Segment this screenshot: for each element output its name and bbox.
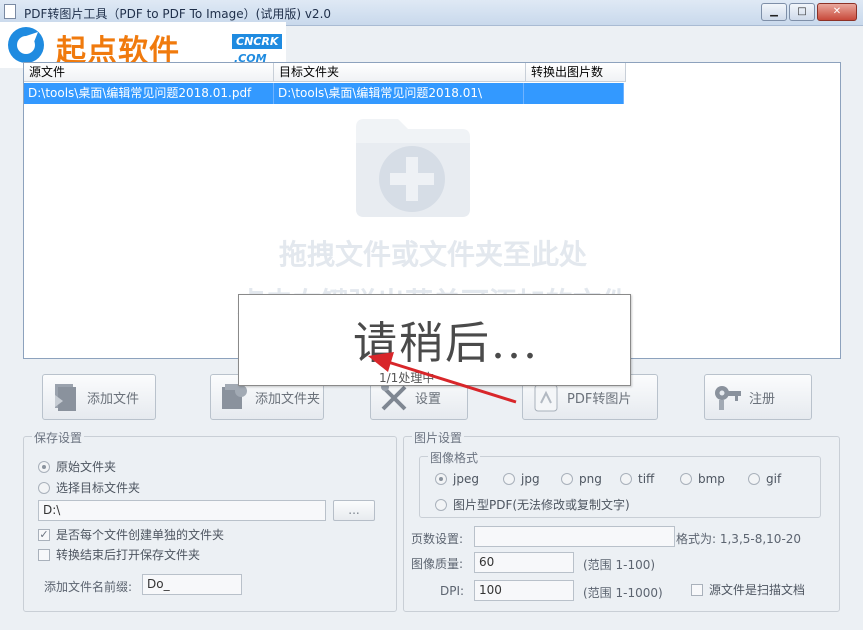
- checkbox-unchecked: [38, 548, 50, 561]
- format-jpeg-label: jpeg: [453, 472, 479, 486]
- radio-format-gif[interactable]: gif: [748, 472, 781, 486]
- column-count[interactable]: 转换出图片数: [526, 63, 626, 82]
- format-tiff-label: tiff: [638, 472, 655, 486]
- radio-dot: [561, 473, 573, 485]
- add-file-button[interactable]: 添加文件: [42, 374, 156, 420]
- pages-field[interactable]: [474, 526, 675, 547]
- radio-dot: [680, 473, 692, 485]
- pages-label: 页数设置:: [411, 532, 464, 546]
- close-button[interactable]: ✕: [817, 3, 857, 21]
- wait-message: 请稍后...: [353, 318, 539, 369]
- checkbox-checked: ✓: [38, 527, 50, 541]
- image-format-title: 图像格式: [428, 449, 481, 466]
- format-png-label: png: [579, 472, 602, 486]
- radio-format-bmp[interactable]: bmp: [680, 472, 725, 486]
- radio-dot: [748, 473, 760, 485]
- format-gif-label: gif: [766, 472, 782, 486]
- radio-dot: [38, 460, 50, 473]
- dpi-field[interactable]: 100: [474, 580, 574, 601]
- radio-target-label: 选择目标文件夹: [56, 481, 141, 495]
- watermark-badge: CNCRK: [232, 34, 283, 49]
- save-settings-title: 保存设置: [32, 429, 85, 446]
- format-jpg-label: jpg: [521, 472, 540, 486]
- add-file-icon: [55, 384, 76, 411]
- wait-dialog: 请稍后... 1/1处理中: [238, 294, 631, 386]
- list-header: 源文件 目标文件夹 转换出图片数: [24, 63, 626, 82]
- radio-target-folder[interactable]: 选择目标文件夹: [38, 479, 140, 496]
- watermark-logo-icon: [8, 27, 44, 63]
- row-target: D:\tools\桌面\编辑常见问题2018.01\: [274, 83, 524, 104]
- radio-dot: [503, 473, 515, 485]
- quality-label: 图像质量:: [411, 557, 464, 571]
- drop-hint-primary: 拖拽文件或文件夹至此处: [278, 238, 587, 271]
- prefix-label: 添加文件名前缀:: [44, 580, 133, 594]
- save-path-field[interactable]: D:\: [38, 500, 326, 521]
- key-icon: [715, 386, 741, 410]
- window-controls: ▁ □ ✕: [761, 3, 857, 21]
- settings-label: 设置: [415, 391, 442, 407]
- add-file-label: 添加文件: [87, 391, 140, 407]
- column-source[interactable]: 源文件: [24, 63, 274, 82]
- add-folder-icon: [356, 119, 470, 217]
- checkbox-open-label: 转换结束后打开保存文件夹: [56, 548, 201, 562]
- checkbox-separate-folder[interactable]: ✓ 是否每个文件创建单独的文件夹: [38, 526, 224, 543]
- register-label: 注册: [749, 391, 776, 407]
- quality-field[interactable]: 60: [474, 552, 574, 573]
- image-pdf-label: 图片型PDF(无法修改或复制文字): [453, 498, 630, 512]
- register-button[interactable]: 注册: [704, 374, 812, 420]
- image-settings-title: 图片设置: [412, 429, 465, 446]
- app-icon: [4, 4, 16, 19]
- format-bmp-label: bmp: [698, 472, 725, 486]
- radio-format-tiff[interactable]: tiff: [620, 472, 654, 486]
- dpi-label: DPI:: [440, 584, 465, 598]
- scanned-label: 源文件是扫描文档: [709, 583, 806, 597]
- row-count: [524, 83, 624, 104]
- checkbox-unchecked: [691, 583, 703, 596]
- radio-image-pdf[interactable]: 图片型PDF(无法修改或复制文字): [435, 496, 630, 513]
- radio-format-jpg[interactable]: jpg: [503, 472, 540, 486]
- radio-dot: [620, 473, 632, 485]
- checkbox-open-folder[interactable]: 转换结束后打开保存文件夹: [38, 546, 200, 563]
- radio-original-label: 原始文件夹: [56, 460, 117, 474]
- radio-dot: [435, 473, 447, 485]
- prefix-field[interactable]: Do_: [142, 574, 242, 595]
- maximize-button[interactable]: □: [789, 3, 815, 21]
- convert-label: PDF转图片: [567, 391, 632, 407]
- browse-button[interactable]: ...: [333, 500, 375, 521]
- radio-original-folder[interactable]: 原始文件夹: [38, 458, 116, 475]
- add-folder-label: 添加文件夹: [255, 391, 321, 407]
- column-target[interactable]: 目标文件夹: [274, 63, 526, 82]
- minimize-button[interactable]: ▁: [761, 3, 787, 21]
- window-title: PDF转图片工具（PDF to PDF To Image）(试用版) v2.0: [24, 7, 332, 21]
- radio-dot: [435, 498, 447, 511]
- wait-progress: 1/1处理中: [379, 371, 435, 385]
- dpi-range: (范围 1-1000): [583, 586, 663, 600]
- radio-format-jpeg[interactable]: jpeg: [435, 472, 479, 486]
- table-row[interactable]: D:\tools\桌面\编辑常见问题2018.01.pdf D:\tools\桌…: [24, 83, 624, 104]
- checkbox-scanned[interactable]: 源文件是扫描文档: [691, 581, 805, 598]
- radio-format-png[interactable]: png: [561, 472, 602, 486]
- row-source: D:\tools\桌面\编辑常见问题2018.01.pdf: [24, 83, 274, 104]
- checkbox-separate-label: 是否每个文件创建单独的文件夹: [56, 528, 225, 542]
- radio-dot: [38, 481, 50, 494]
- quality-range: (范围 1-100): [583, 558, 656, 572]
- pages-hint: 格式为: 1,3,5-8,10-20: [676, 532, 802, 546]
